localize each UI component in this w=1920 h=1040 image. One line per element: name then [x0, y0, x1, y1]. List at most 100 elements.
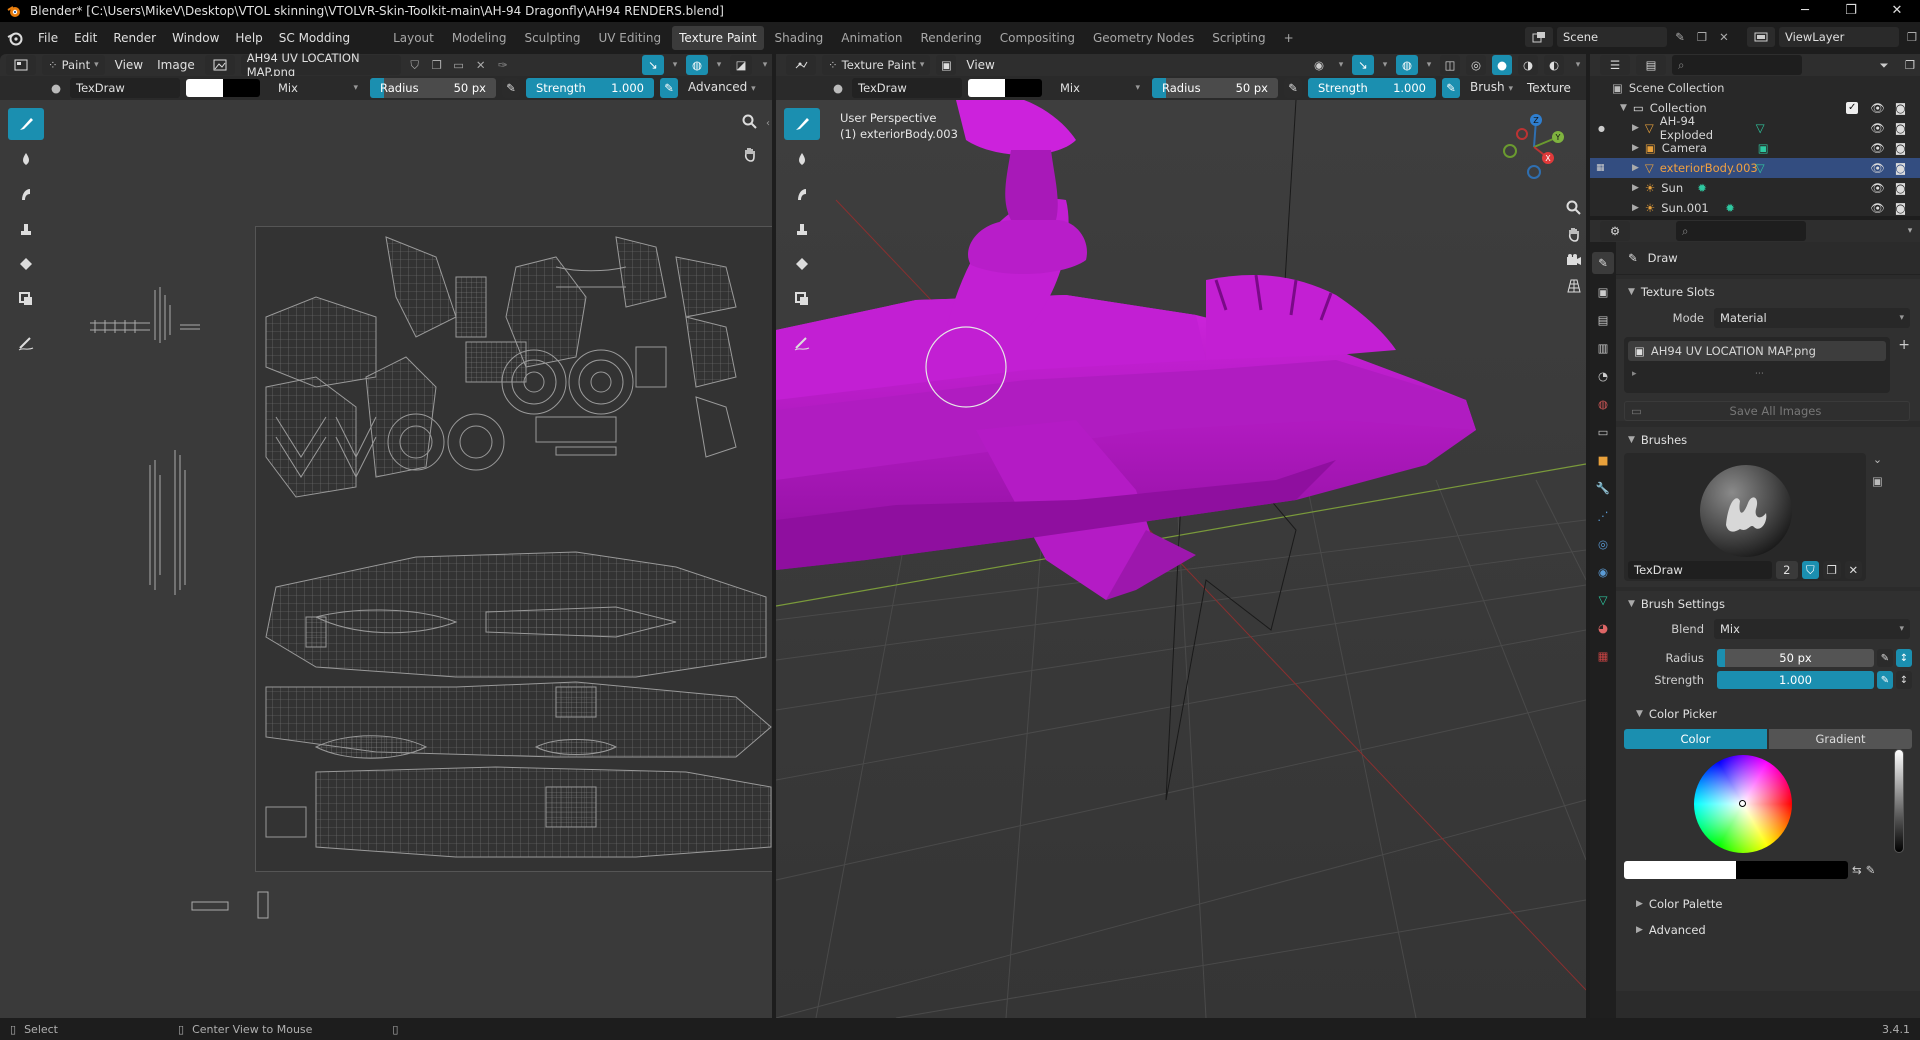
- collection-row[interactable]: ▼ ▭ Collection ✓ 👁 ◙: [1590, 98, 1920, 118]
- brush-menu[interactable]: Brush ▾: [1466, 75, 1517, 101]
- brush-settings-header[interactable]: ▼ Brush Settings: [1616, 591, 1920, 617]
- render-camera-icon[interactable]: ◙: [1895, 121, 1906, 135]
- scene-browse-icon[interactable]: [1525, 27, 1553, 47]
- tab-compositing[interactable]: Compositing: [993, 26, 1082, 50]
- world-tab-icon[interactable]: ◍: [1592, 394, 1614, 414]
- unlink-brush-icon[interactable]: ✕: [1844, 561, 1862, 579]
- list-resize-grip-icon[interactable]: ⋯: [1755, 369, 1764, 379]
- soften-tool-button[interactable]: [8, 143, 44, 175]
- brush-image-icon[interactable]: ▣: [1872, 474, 1883, 488]
- exclude-checkbox[interactable]: ✓: [1846, 102, 1859, 114]
- menu-window[interactable]: Window: [164, 22, 227, 54]
- expand-arrow-icon[interactable]: ▶: [1632, 163, 1639, 173]
- chevron-down-icon[interactable]: ▾: [1570, 60, 1586, 70]
- image-image-menu[interactable]: Image: [153, 54, 199, 76]
- blend-dropdown[interactable]: Mix ▾: [272, 78, 364, 98]
- texture-menu[interactable]: Texture: [1523, 76, 1575, 100]
- brush-datablock-name[interactable]: TexDraw: [1628, 561, 1772, 579]
- render-camera-icon[interactable]: ◙: [1895, 141, 1906, 155]
- viewport-annotate-tool-button[interactable]: [784, 327, 820, 359]
- object-visibility-icon[interactable]: ◉: [1308, 58, 1330, 72]
- properties-editor-type-icon[interactable]: ⚙: [1600, 221, 1630, 241]
- menu-help[interactable]: Help: [227, 22, 270, 54]
- tab-rendering[interactable]: Rendering: [913, 26, 988, 50]
- mask-mode-icon[interactable]: ▣: [936, 55, 957, 75]
- tool-tab-icon[interactable]: ✎: [1592, 252, 1614, 274]
- chevron-down-icon[interactable]: ▾: [714, 60, 724, 70]
- list-options-toggle-icon[interactable]: ▸: [1632, 369, 1637, 379]
- fill-tool-button[interactable]: [8, 248, 44, 280]
- expand-arrow-icon[interactable]: ▼: [1620, 103, 1627, 113]
- unlink-image-icon[interactable]: ✕: [473, 58, 489, 72]
- fake-user-shield-icon[interactable]: ⛉: [1801, 561, 1820, 579]
- visibility-eye-icon[interactable]: 👁: [1870, 161, 1885, 175]
- texture-tab-icon[interactable]: ▦: [1592, 646, 1614, 666]
- outliner-item-exteriorbody[interactable]: ▦ ▶ ▽ exteriorBody.003 ▽ 👁 ◙: [1590, 158, 1920, 178]
- chevron-down-icon[interactable]: ▾: [1424, 60, 1434, 70]
- filter-icon[interactable]: ⏷: [1874, 58, 1894, 73]
- brush-radius-slider[interactable]: 50 px: [1717, 649, 1874, 667]
- properties-search-field[interactable]: ⌕: [1676, 221, 1806, 241]
- viewport-clone-tool-button[interactable]: [784, 213, 820, 245]
- mask-tool-button[interactable]: [8, 283, 44, 315]
- visibility-eye-icon[interactable]: 👁: [1870, 121, 1885, 135]
- mode-dropdown[interactable]: Material ▾: [1714, 308, 1910, 328]
- object-tab-icon[interactable]: ■: [1592, 450, 1614, 470]
- display-channels-icon[interactable]: ◪: [730, 55, 752, 75]
- color-wheel-cursor[interactable]: [1739, 800, 1746, 807]
- viewport-blend-dropdown[interactable]: Mix ▾: [1054, 78, 1146, 98]
- viewlayer-browse-icon[interactable]: [1747, 27, 1775, 47]
- view-layer-tab-icon[interactable]: ▥: [1592, 338, 1614, 358]
- expand-arrow-icon[interactable]: ▶: [1632, 183, 1639, 193]
- brush-blend-dropdown[interactable]: Mix ▾: [1714, 619, 1910, 639]
- chevron-down-icon[interactable]: ▾: [1380, 60, 1390, 70]
- texture-slot-item[interactable]: ▣ AH94 UV LOCATION MAP.png: [1628, 341, 1887, 361]
- paint-mode-dropdown[interactable]: ⁘ Paint ▾: [42, 55, 105, 75]
- render-tab-icon[interactable]: ▣: [1592, 282, 1614, 302]
- outliner-search-field[interactable]: ⌕: [1672, 55, 1802, 75]
- camera-view-icon[interactable]: [1564, 250, 1584, 270]
- minimize-button[interactable]: ─: [1782, 0, 1828, 22]
- value-slider[interactable]: [1894, 749, 1904, 853]
- viewport-fill-tool-button[interactable]: [784, 248, 820, 280]
- duplicate-brush-icon[interactable]: ❐: [1823, 561, 1841, 579]
- viewport-pan-hand-icon[interactable]: [1564, 224, 1584, 244]
- draw-tool-button[interactable]: [8, 108, 44, 140]
- visibility-eye-icon[interactable]: 👁: [1870, 101, 1885, 115]
- clone-tool-button[interactable]: [8, 213, 44, 245]
- radius-pressure-icon[interactable]: ✎: [1877, 649, 1893, 667]
- xray-toggle-icon[interactable]: ◫: [1440, 55, 1460, 75]
- viewport-overlay-icon[interactable]: ◍: [1396, 55, 1418, 75]
- render-camera-icon[interactable]: ◙: [1895, 101, 1906, 115]
- tab-uv-editing[interactable]: UV Editing: [592, 26, 669, 50]
- pin-icon[interactable]: ✑: [495, 58, 511, 72]
- chevron-down-icon[interactable]: ⌄: [1872, 453, 1883, 466]
- chevron-down-icon[interactable]: ▾: [1900, 226, 1920, 236]
- display-mode-icon[interactable]: ▤: [1636, 55, 1666, 75]
- add-slot-icon[interactable]: +: [1898, 337, 1910, 393]
- maximize-button[interactable]: ❐: [1828, 0, 1874, 22]
- delete-scene-icon[interactable]: ✕: [1715, 30, 1733, 44]
- tab-modeling[interactable]: Modeling: [445, 26, 514, 50]
- scene-collection-row[interactable]: ▣ Scene Collection: [1590, 78, 1920, 98]
- smear-tool-button[interactable]: [8, 178, 44, 210]
- tab-sculpting[interactable]: Sculpting: [517, 26, 587, 50]
- save-all-images-button[interactable]: ▭ Save All Images: [1624, 401, 1910, 421]
- brush-name-field[interactable]: TexDraw: [70, 78, 180, 98]
- pan-hand-icon[interactable]: [740, 144, 760, 164]
- viewport-editor-type-icon[interactable]: [786, 55, 816, 75]
- menu-sc-modding[interactable]: SC Modding: [271, 22, 358, 54]
- image-browse-icon[interactable]: [204, 55, 235, 75]
- expand-arrow-icon[interactable]: ▶: [1632, 143, 1639, 153]
- color-pressure-icon[interactable]: ✎: [1866, 863, 1876, 877]
- advanced-menu[interactable]: Advanced ▾: [684, 75, 760, 101]
- brush-strength-slider[interactable]: 1.000: [1717, 671, 1874, 689]
- radius-slider[interactable]: Radius 50 px: [370, 78, 496, 98]
- brush-users-count[interactable]: 2: [1775, 561, 1798, 579]
- chevron-down-icon[interactable]: ▾: [758, 60, 772, 70]
- constraints-tab-icon[interactable]: ◉: [1592, 562, 1614, 582]
- scene-name-field[interactable]: Scene: [1557, 27, 1667, 47]
- brush-preview[interactable]: TexDraw 2 ⛉ ❐ ✕: [1624, 453, 1866, 581]
- color-palette-header[interactable]: ▶ Color Palette: [1616, 891, 1920, 917]
- perspective-toggle-icon[interactable]: [1564, 276, 1584, 296]
